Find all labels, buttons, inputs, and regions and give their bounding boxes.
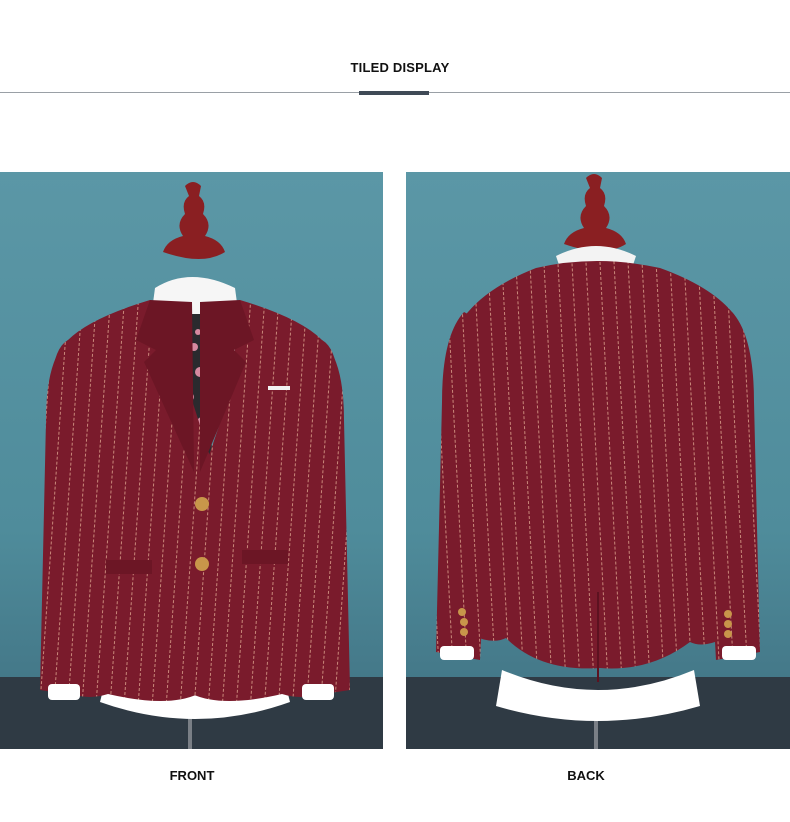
section-title: TILED DISPLAY bbox=[350, 60, 450, 75]
product-photo-front bbox=[0, 172, 383, 749]
caption-back: BACK bbox=[567, 768, 605, 783]
product-photo-back bbox=[406, 172, 790, 749]
caption-front: FRONT bbox=[169, 768, 215, 783]
back-jacket-illustration bbox=[406, 174, 790, 749]
header-accent-bar bbox=[359, 91, 429, 95]
section-header: TILED DISPLAY bbox=[0, 0, 790, 100]
front-jacket-illustration bbox=[0, 182, 383, 749]
